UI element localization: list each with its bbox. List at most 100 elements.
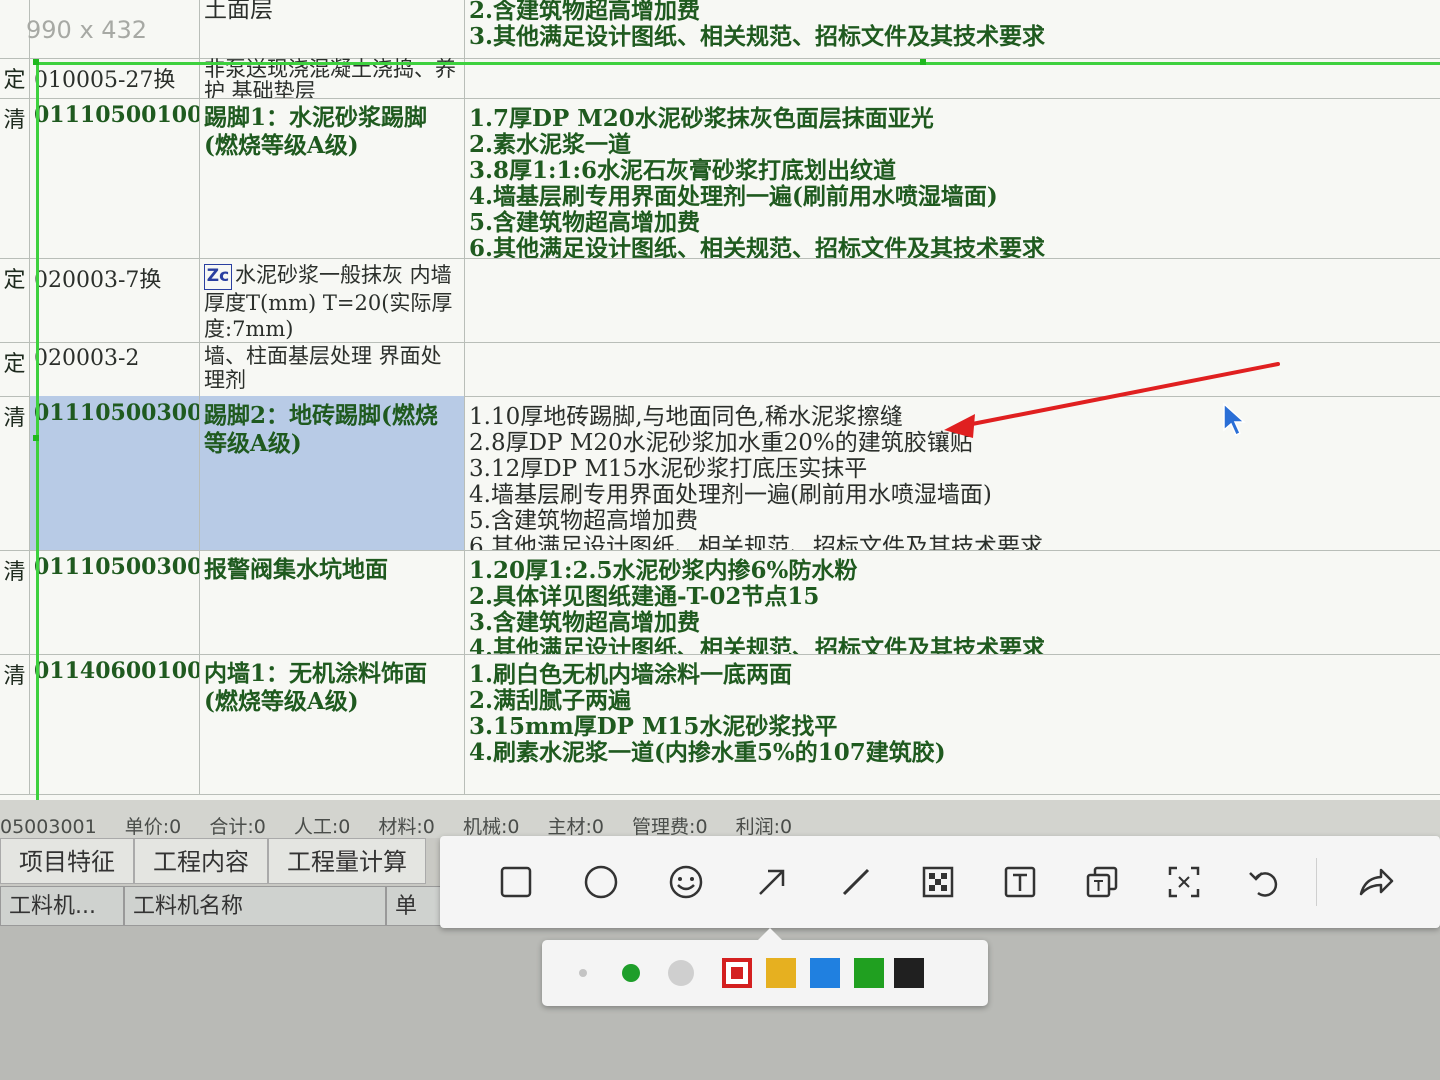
copy-text-tool-icon[interactable] (1080, 860, 1124, 904)
row-type: 定 (0, 58, 30, 98)
mouse-cursor-icon (1223, 402, 1246, 437)
arrow-tool-icon[interactable] (750, 860, 794, 904)
row-features: 1.10厚地砖踢脚,与地面同色,稀水泥浆擦缝 2.8厚DP M20水泥砂浆加水重… (465, 396, 1440, 550)
feature-line: 1.刷白色无机内墙涂料一底两面 (469, 661, 793, 688)
feature-line: 5.含建筑物超高增加费 (469, 508, 698, 534)
row-code: 01140600100 (30, 654, 200, 794)
annotation-toolbar (440, 836, 1440, 928)
row-name: 报警阀集水坑地面 (200, 550, 465, 654)
color-swatch-blue[interactable] (810, 958, 840, 988)
table-row[interactable]: 定 020003-2 墙、柱面基层处理 界面处理剂 (0, 342, 1440, 397)
resize-handle[interactable] (920, 59, 926, 65)
summary-item: 机械:0 (462, 816, 520, 838)
ellipse-tool-icon[interactable] (579, 860, 623, 904)
row-code: 010005-27换 (30, 58, 200, 98)
row-type: 清 (0, 396, 30, 550)
row-name: 土面层 (200, 0, 465, 58)
feature-line: 1.7厚DP M20水泥砂浆抹灰色面层抹面亚光 (469, 105, 934, 132)
row-name: 非泵送现浇混凝土浇捣、养护 基础垫层 (200, 58, 465, 98)
row-name: 踢脚2：地砖踢脚(燃烧等级A级) (200, 396, 465, 550)
main-material-icon[interactable]: Zc (204, 263, 232, 290)
row-type: 定 (0, 258, 30, 342)
pen-tool-icon[interactable] (834, 860, 878, 904)
tab-work-content[interactable]: 工程内容 (134, 838, 268, 884)
brush-size-small[interactable] (579, 969, 587, 977)
brush-size-medium[interactable] (622, 964, 640, 982)
row-type: 定 (0, 342, 30, 396)
selected-color-indicator (731, 967, 743, 979)
share-tool-icon[interactable] (1354, 860, 1398, 904)
feature-line: 2.8厚DP M20水泥砂浆加水重20%的建筑胶镶贴 (469, 430, 973, 456)
row-features: 1.7厚DP M20水泥砂浆抹灰色面层抹面亚光 2.素水泥浆一道 3.8厚1:1… (465, 98, 1440, 259)
row-name: 踢脚1：水泥砂浆踢脚(燃烧等级A级) (200, 98, 465, 258)
color-swatch-green[interactable] (854, 958, 884, 988)
row-name: 水泥砂浆一般抹灰 内墙 厚度T(mm) T=20(实际厚度:7mm) (204, 263, 453, 341)
row-type: 清 (0, 98, 30, 258)
resize-handle[interactable] (33, 435, 39, 441)
brush-size-large[interactable] (668, 960, 694, 986)
summary-item: 管理费:0 (632, 816, 708, 838)
capture-size-label: 990 x 432 (26, 16, 148, 44)
row-code: 020003-7换 (30, 258, 200, 342)
feature-line: 3.含建筑物超高增加费 (469, 609, 701, 636)
row-features (465, 258, 1440, 342)
row-code: 01110500300 (30, 550, 200, 654)
row-name-cell: Zc 水泥砂浆一般抹灰 内墙 厚度T(mm) T=20(实际厚度:7mm) (200, 258, 465, 342)
row-features (465, 58, 1440, 98)
table-row[interactable]: 定 020003-7换 Zc 水泥砂浆一般抹灰 内墙 厚度T(mm) T=20(实… (0, 258, 1440, 343)
table-row[interactable]: 清 01140600100 内墙1：无机涂料饰面(燃烧等级A级) 1.刷白色无机… (0, 654, 1440, 795)
feature-line: 3.15mm厚DP M15水泥砂浆找平 (469, 713, 838, 740)
text-tool-icon[interactable] (998, 860, 1042, 904)
feature-line: 2.具体详见图纸建通-T-02节点15 (469, 583, 820, 610)
tab-project-features[interactable]: 项目特征 (0, 838, 134, 884)
color-palette (542, 928, 988, 1006)
feature-line: 2.素水泥浆一道 (469, 131, 632, 158)
undo-tool-icon[interactable] (1242, 860, 1286, 904)
row-code: 020003-2 (30, 342, 200, 396)
summary-item: 人工:0 (293, 816, 351, 838)
feature-line: 1.10厚地砖踢脚,与地面同色,稀水泥浆擦缝 (469, 404, 903, 430)
toolbar-divider (1316, 858, 1317, 906)
resize-handle[interactable] (33, 59, 39, 65)
column-header-resource-code[interactable]: 工料机... (0, 886, 124, 926)
summary-code: 05003001 (0, 816, 97, 838)
tab-quantity-calculation[interactable]: 工程量计算 (268, 838, 426, 884)
feature-line: 5.含建筑物超高增加费 (469, 209, 701, 236)
feature-line: 1.20厚1:2.5水泥砂浆内掺6%防水粉 (469, 557, 858, 584)
table-row[interactable]: 定 010005-27换 非泵送现浇混凝土浇捣、养护 基础垫层 (0, 58, 1440, 99)
row-name: 内墙1：无机涂料饰面(燃烧等级A级) (200, 654, 465, 794)
feature-line: 3.12厚DP M15水泥砂浆打底压实抹平 (469, 456, 868, 482)
table-row[interactable]: 清 01110500300 报警阀集水坑地面 1.20厚1:2.5水泥砂浆内掺6… (0, 550, 1440, 655)
ocr-tool-icon[interactable] (1162, 860, 1206, 904)
mosaic-tool-icon[interactable] (916, 860, 960, 904)
summary-item: 合计:0 (209, 816, 266, 838)
feature-line: 6.其他满足设计图纸、相关规范、招标文件及其技术要求 (469, 235, 1046, 259)
column-header-resource-name[interactable]: 工料机名称 (124, 886, 386, 926)
color-swatch-black[interactable] (894, 958, 924, 988)
detail-tabs: 项目特征 工程内容 工程量计算 (0, 838, 426, 886)
color-swatch-yellow[interactable] (766, 958, 796, 988)
table-row[interactable]: 清 01110500100 踢脚1：水泥砂浆踢脚(燃烧等级A级) 1.7厚DP … (0, 98, 1440, 259)
emoji-tool-icon[interactable] (664, 860, 708, 904)
feature-line: 6.其他满足设计图纸、相关规范、招标文件及其技术要求 (469, 534, 1043, 550)
feature-line: 4.刷素水泥浆一道(内掺水重5%的107建筑胶) (469, 739, 946, 766)
summary-item: 材料:0 (378, 816, 435, 838)
summary-bar: 05003001 单价:0 合计:0 人工:0 材料:0 机械:0 主材:0 管… (0, 800, 1440, 838)
row-name: 墙、柱面基层处理 界面处理剂 (200, 342, 465, 396)
row-features: 2.含建筑物超高增加费 3.其他满足设计图纸、相关规范、招标文件及其技术要求 (465, 0, 1440, 58)
color-swatch-red[interactable] (722, 958, 752, 988)
feature-line: 2.满刮腻子两遍 (469, 687, 632, 714)
summary-item: 利润:0 (735, 816, 793, 838)
feature-line: 4.其他满足设计图纸、相关规范、招标文件及其技术要求 (469, 635, 1046, 655)
row-features (465, 342, 1440, 396)
row-features: 1.刷白色无机内墙涂料一底两面 2.满刮腻子两遍 3.15mm厚DP M15水泥… (465, 654, 1440, 794)
feature-line: 4.墙基层刷专用界面处理剂一遍(刷前用水喷湿墙面) (469, 482, 992, 508)
rectangle-tool-icon[interactable] (494, 860, 538, 904)
spreadsheet-grid: 土面层 2.含建筑物超高增加费 3.其他满足设计图纸、相关规范、招标文件及其技术… (0, 0, 1440, 800)
table-row[interactable]: 土面层 2.含建筑物超高增加费 3.其他满足设计图纸、相关规范、招标文件及其技术… (0, 0, 1440, 59)
summary-item: 单价:0 (124, 816, 182, 838)
feature-line: 3.其他满足设计图纸、相关规范、招标文件及其技术要求 (469, 23, 1046, 50)
column-header-unit[interactable]: 单位 (386, 886, 446, 959)
row-type: 清 (0, 550, 30, 654)
resource-column-headers: 工料机... 工料机名称 单位 (0, 886, 446, 959)
